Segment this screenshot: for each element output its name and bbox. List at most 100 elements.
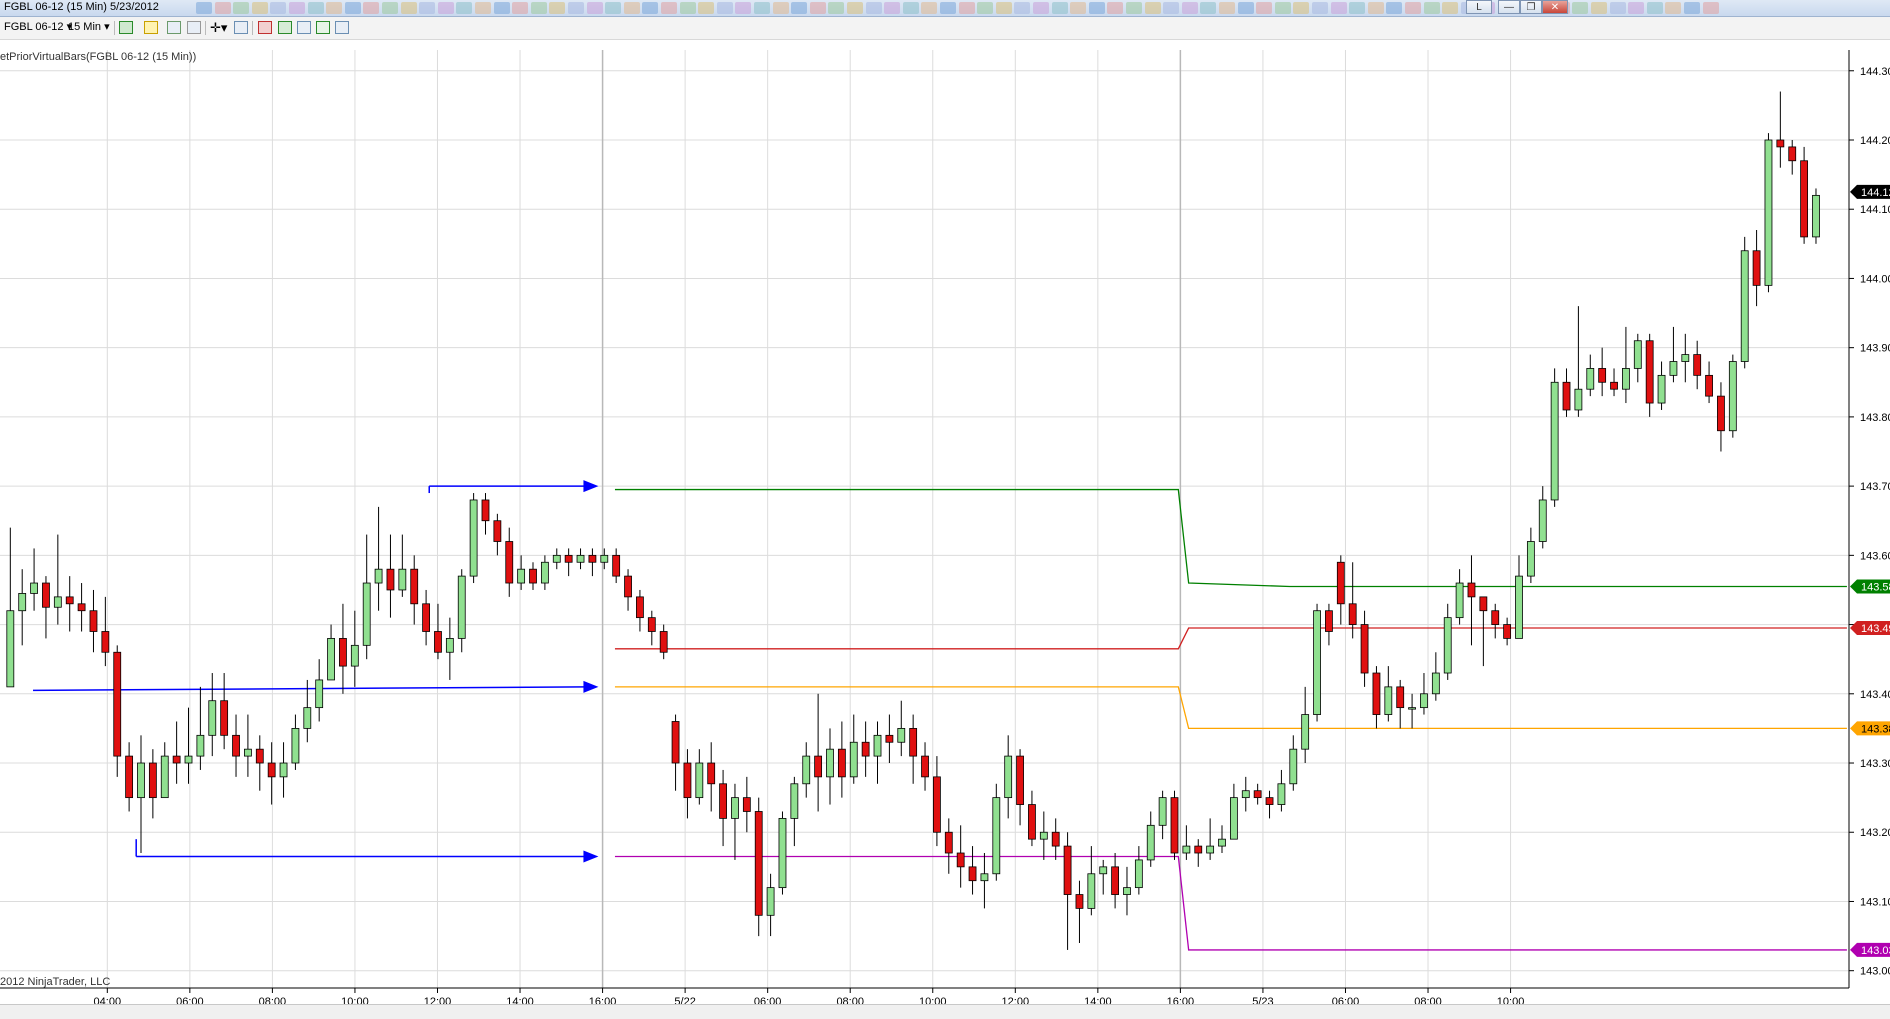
candle-body [1562,381,1571,411]
candle-body [1360,624,1369,674]
arrow-head [583,480,599,493]
arrow-head [583,680,599,693]
candle-body [30,582,38,594]
candle-body [1538,499,1547,542]
candle-body [992,797,1001,875]
candle-body [113,651,122,757]
candle-body [1111,866,1119,895]
y-tick-label: 143.20 [1860,827,1890,839]
candle-body [1443,617,1452,674]
candle-body [184,755,193,764]
candle-body [1194,845,1203,854]
candle-body [505,541,514,584]
price-marker-label: 143.38 [1861,723,1890,735]
candle-body [232,734,240,757]
candle-body [137,762,145,799]
copyright-label: 2012 NinjaTrader, LLC [0,976,110,988]
candle-body [267,762,276,778]
candle-body [1348,603,1357,625]
candle-body [1645,340,1654,404]
candle-body [1479,596,1488,612]
candle-body [1788,146,1797,162]
candle-body [1289,748,1298,785]
y-axis-ticks: 143.00143.10143.20143.30143.40143.50143.… [1849,66,1890,978]
candle-body [196,734,205,757]
candle-body [1039,831,1048,840]
candle-body [1717,395,1725,432]
candle-body [362,582,371,646]
candle-body [398,568,407,591]
candle-body [1372,672,1381,715]
candle-body [1336,561,1345,605]
candle-body [956,852,965,868]
candle-body [1087,873,1096,909]
candle-body [422,603,430,632]
candle-body [1610,381,1618,390]
candle-body [1063,845,1072,895]
candle-body [968,866,977,882]
candle-body [1550,381,1559,501]
candle-body [707,762,716,785]
y-tick-label: 143.10 [1860,896,1890,908]
candle-body [1598,368,1607,383]
candle-body [1206,845,1215,854]
candle-body [434,631,442,653]
candle-body [612,554,621,577]
price-markers: 144.12 143.58 143.49 143.38 143.03 [1850,184,1890,957]
axes [0,50,1850,989]
candle-body [18,593,27,612]
candle-body [1016,755,1024,805]
candle-body [77,603,86,612]
candlesticks [6,91,1820,950]
candle-body [1123,887,1131,895]
candle-body [65,596,74,605]
price-marker-label: 144.12 [1861,187,1890,199]
candle-body [255,748,264,764]
candle-body [909,728,918,757]
candle-body [1396,686,1405,709]
candle-body [1384,686,1393,715]
candle-body [1241,790,1250,799]
candle-body [1420,693,1428,709]
y-tick-label: 144.30 [1860,66,1890,78]
price-chart[interactable]: 143.00143.10143.20143.30143.40143.50143.… [0,0,1890,1018]
candle-body [327,638,335,681]
candle-body [89,610,98,632]
candle-body [647,617,656,632]
candle-body [1146,824,1155,861]
candle-body [469,499,478,577]
candle-body [1574,388,1583,411]
candle-body [1313,610,1321,715]
candle-body [636,596,644,619]
candle-body [1705,374,1713,397]
candle-body [921,755,929,778]
candle-body [101,631,110,653]
candle-body [386,568,395,591]
candle-body [1740,250,1749,362]
candle-body [172,755,181,764]
candle-body [457,575,466,639]
y-tick-label: 143.30 [1860,758,1890,770]
candle-body [1170,797,1179,854]
candle-body [552,554,561,563]
y-tick-label: 143.90 [1860,343,1890,355]
candle-body [837,748,846,778]
candle-body [1622,368,1630,390]
candle-body [1776,139,1785,148]
price-marker-label: 143.58 [1861,581,1890,593]
candle-body [42,582,50,608]
candle-body [576,554,585,563]
candle-body [1408,707,1416,710]
y-tick-label: 143.40 [1860,689,1890,701]
candle-body [1800,160,1809,238]
candle-body [790,783,799,819]
arrow-head [583,850,599,863]
candle-body [1431,672,1440,695]
candle-body [731,797,739,819]
candle-body [980,873,989,882]
candle-body [1265,797,1274,805]
candle-body [1028,804,1036,840]
candle-body [315,679,324,709]
candle-body [350,644,359,667]
candle-body [1764,139,1773,286]
